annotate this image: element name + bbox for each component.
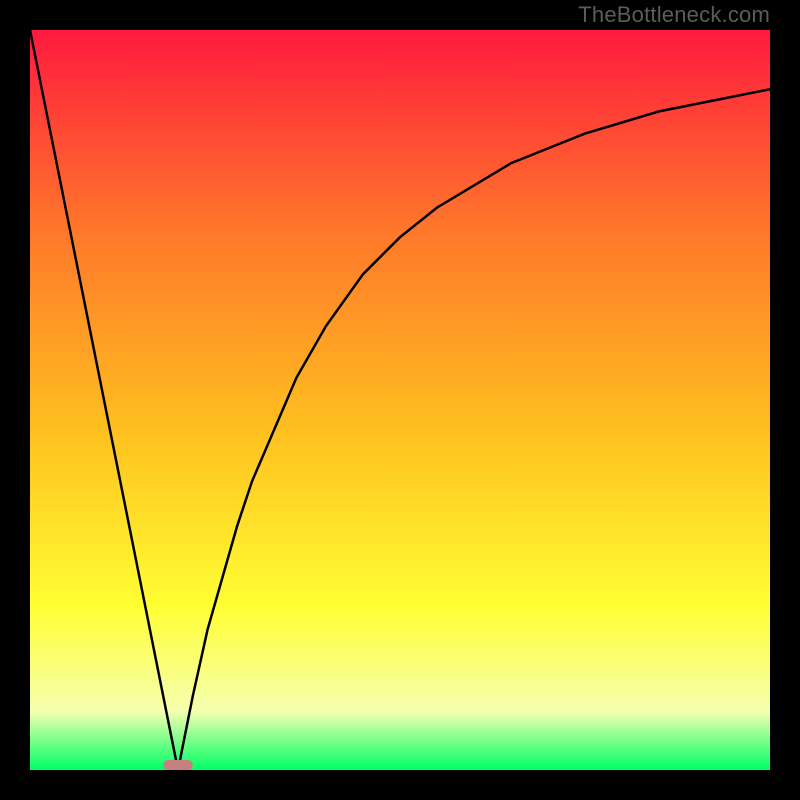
optimum-marker bbox=[163, 760, 193, 770]
watermark-text: TheBottleneck.com bbox=[578, 2, 770, 28]
bottleneck-curve-chart bbox=[30, 30, 770, 770]
chart-frame: TheBottleneck.com bbox=[0, 0, 800, 800]
gradient-background bbox=[30, 30, 770, 770]
plot-area bbox=[30, 30, 770, 770]
